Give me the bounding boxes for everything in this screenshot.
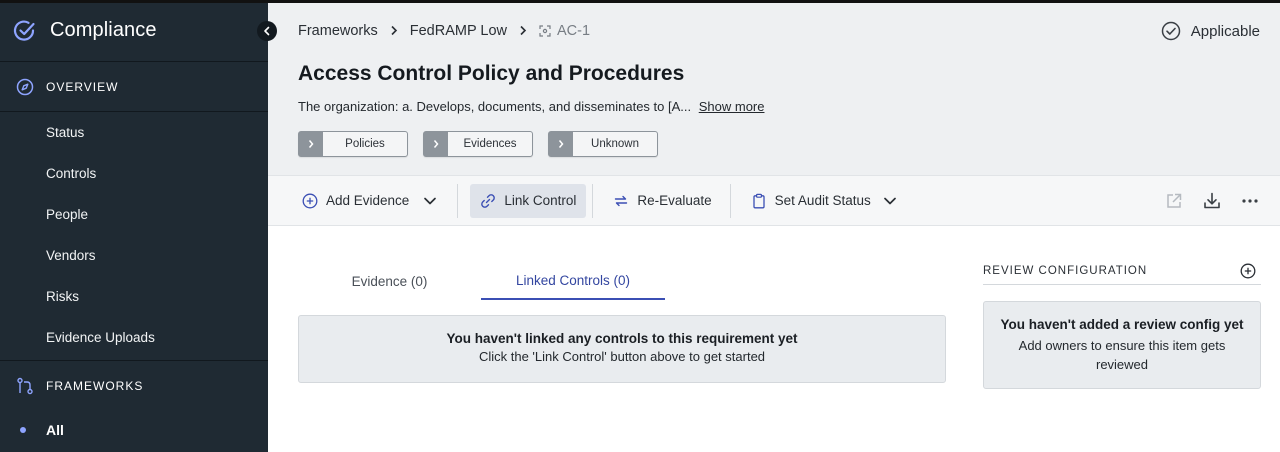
section-overview[interactable]: OVERVIEW xyxy=(0,62,268,112)
add-review-config-button[interactable] xyxy=(1240,263,1256,279)
empty-state-heading: You haven't linked any controls to this … xyxy=(446,331,798,346)
add-evidence-label: Add Evidence xyxy=(326,193,410,208)
sidebar-item-status[interactable]: Status xyxy=(0,112,268,153)
section-overview-label: OVERVIEW xyxy=(46,79,119,94)
tag-evidences[interactable]: Evidences xyxy=(423,131,533,157)
chevron-down-icon xyxy=(883,197,896,204)
app-title: Compliance xyxy=(50,19,157,41)
sidebar-item-label: Risks xyxy=(46,289,79,304)
description-text: The organization: a. Develops, documents… xyxy=(298,99,692,114)
compliance-check-icon xyxy=(13,20,35,41)
action-toolbar: Add Evidence Link Control Re-Evaluate Se… xyxy=(268,175,1280,226)
chevron-right-icon xyxy=(390,24,398,39)
toolbar-divider xyxy=(729,183,731,218)
sidebar-item-label: People xyxy=(46,207,89,222)
chevron-right-icon xyxy=(519,24,527,39)
sidebar-item-evidence-uploads[interactable]: Evidence Uploads xyxy=(0,317,268,358)
toolbar-right-actions xyxy=(1164,184,1260,218)
sidebar-item-risks[interactable]: Risks xyxy=(0,276,268,317)
re-evaluate-label: Re-Evaluate xyxy=(637,193,712,208)
sidebar-item-label: Evidence Uploads xyxy=(46,330,155,345)
linked-controls-empty-state: You haven't linked any controls to this … xyxy=(298,315,946,383)
section-frameworks[interactable]: FRAMEWORKS xyxy=(0,360,268,410)
sidebar-item-label: Status xyxy=(46,125,85,140)
empty-state-subtext: Click the 'Link Control' button above to… xyxy=(478,349,766,364)
page-header: Frameworks FedRAMP Low AC-1 Applicable A… xyxy=(268,3,1280,175)
page-title: Access Control Policy and Procedures xyxy=(298,62,685,85)
breadcrumb-current-label: AC-1 xyxy=(557,23,591,39)
sidebar-item-controls[interactable]: Controls xyxy=(0,153,268,194)
link-control-button[interactable]: Link Control xyxy=(470,183,587,218)
sidebar-item-label: Controls xyxy=(46,166,97,181)
plus-circle-icon xyxy=(1240,263,1256,279)
compass-icon xyxy=(16,78,34,95)
plus-circle-icon xyxy=(302,193,318,208)
tab-linked-controls[interactable]: Linked Controls (0) xyxy=(481,262,665,300)
sidebar-item-vendors[interactable]: Vendors xyxy=(0,235,268,276)
review-configuration-header: REVIEW CONFIGURATION xyxy=(983,258,1261,285)
re-evaluate-button[interactable]: Re-Evaluate xyxy=(603,184,721,218)
clipboard-icon xyxy=(753,193,765,208)
external-link-icon xyxy=(1167,193,1182,208)
review-empty-subtext: Add owners to ensure this item gets revi… xyxy=(1018,338,1226,372)
more-options-button[interactable] xyxy=(1240,191,1260,211)
download-button[interactable] xyxy=(1202,191,1222,211)
tag-policies[interactable]: Policies xyxy=(298,131,408,157)
check-circle-icon xyxy=(1161,21,1181,41)
sidebar-item-people[interactable]: People xyxy=(0,194,268,235)
toolbar-divider xyxy=(592,183,594,218)
download-icon xyxy=(1204,192,1220,209)
applicable-label: Applicable xyxy=(1190,22,1260,40)
sidebar-item-all[interactable]: All xyxy=(0,410,268,450)
collapse-sidebar-button[interactable] xyxy=(257,21,277,41)
tag-label: Policies xyxy=(345,138,385,150)
tab-bar: Evidence (0) Linked Controls (0) xyxy=(298,262,946,300)
refresh-icon xyxy=(615,195,628,206)
show-more-link[interactable]: Show more xyxy=(699,99,765,114)
link-icon xyxy=(481,193,496,208)
sidebar-item-label: Vendors xyxy=(46,248,96,263)
review-empty-heading: You haven't added a review config yet xyxy=(1000,317,1244,332)
chevron-down-icon xyxy=(424,197,437,204)
sidebar-item-label: All xyxy=(46,422,64,438)
git-compare-icon xyxy=(17,377,33,394)
tag-list: Policies Evidences Unknown xyxy=(298,131,658,157)
set-audit-status-label: Set Audit Status xyxy=(774,193,871,208)
tag-label: Evidences xyxy=(463,138,517,150)
review-config-empty-state: You haven't added a review config yet Ad… xyxy=(983,301,1261,389)
breadcrumb: Frameworks FedRAMP Low AC-1 xyxy=(298,23,590,39)
brand: Compliance xyxy=(0,0,268,62)
chevron-left-icon xyxy=(264,26,270,36)
toolbar-divider xyxy=(457,183,459,218)
page-description: The organization: a. Develops, documents… xyxy=(298,99,764,114)
chevron-right-icon xyxy=(424,132,448,156)
tag-label: Unknown xyxy=(591,138,639,150)
sidebar: Compliance OVERVIEW Status Controls Peop… xyxy=(0,0,268,452)
top-border xyxy=(0,0,1280,3)
external-link-button[interactable] xyxy=(1164,191,1184,211)
link-control-label: Link Control xyxy=(504,193,577,208)
add-evidence-button[interactable]: Add Evidence xyxy=(292,184,447,218)
selected-dot-icon xyxy=(20,427,26,433)
applicable-status[interactable]: Applicable xyxy=(1161,21,1260,41)
tab-evidence[interactable]: Evidence (0) xyxy=(298,262,481,300)
review-configuration-title: REVIEW CONFIGURATION xyxy=(983,265,1148,277)
chevron-right-icon xyxy=(549,132,573,156)
set-audit-status-button[interactable]: Set Audit Status xyxy=(741,184,907,218)
breadcrumb-fedramp-low[interactable]: FedRAMP Low xyxy=(410,23,507,39)
focus-frame-icon xyxy=(539,25,551,37)
more-horizontal-icon xyxy=(1242,199,1258,203)
chevron-right-icon xyxy=(299,132,323,156)
section-frameworks-label: FRAMEWORKS xyxy=(46,378,144,393)
breadcrumb-current: AC-1 xyxy=(539,23,590,39)
tag-unknown[interactable]: Unknown xyxy=(548,131,658,157)
breadcrumb-frameworks[interactable]: Frameworks xyxy=(298,23,378,39)
